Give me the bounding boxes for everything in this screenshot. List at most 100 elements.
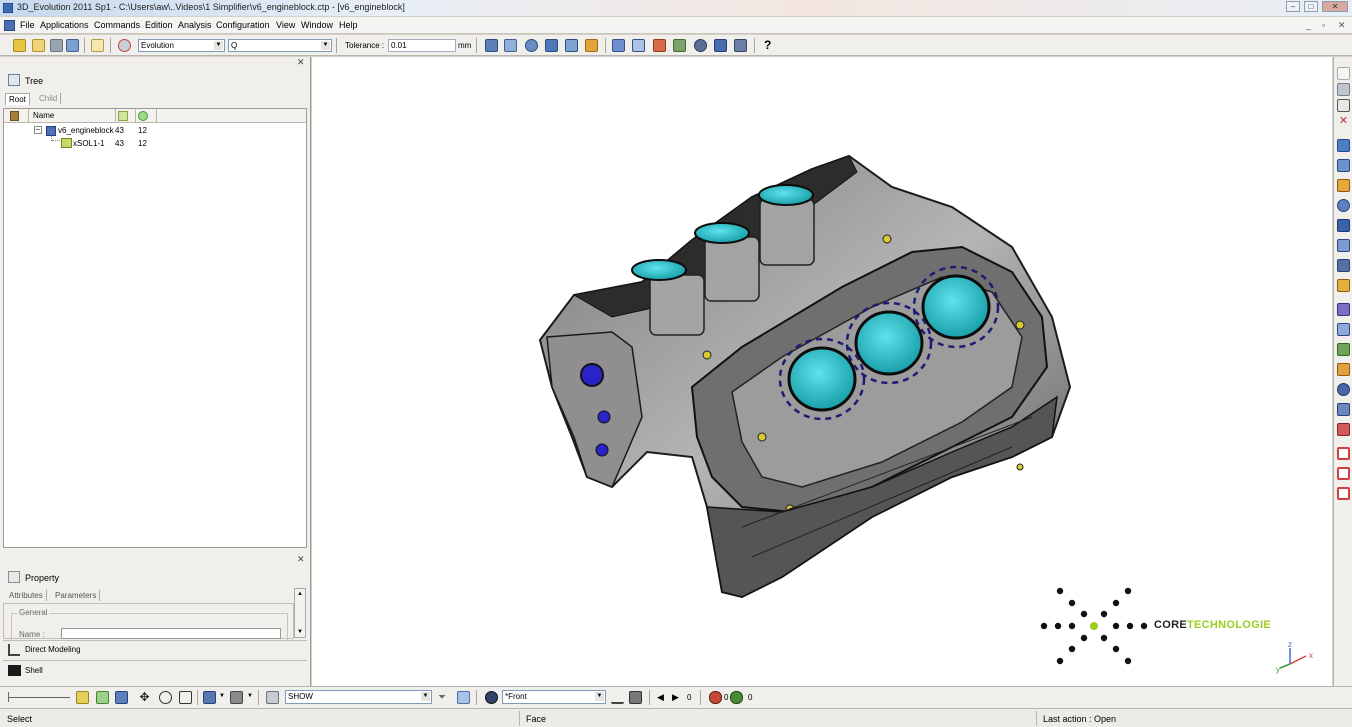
fit-view-icon[interactable]	[115, 691, 128, 704]
delete-icon[interactable]: ✕	[1337, 115, 1350, 128]
visibility-select[interactable]: SHOW ▼	[285, 690, 432, 704]
open-folder-icon[interactable]	[32, 39, 45, 52]
menu-configuration[interactable]: Configuration	[216, 20, 270, 30]
column-name[interactable]: Name	[33, 111, 54, 120]
direct-modeling-row[interactable]: Direct Modeling	[3, 640, 307, 659]
fillet-icon[interactable]	[1337, 239, 1350, 252]
maximize-button[interactable]: □	[1304, 1, 1318, 12]
color-tool-icon[interactable]	[653, 39, 666, 52]
property-scrollbar[interactable]: ▲ ▼	[294, 588, 306, 638]
settings-cube-icon[interactable]	[734, 39, 747, 52]
engine-block-model[interactable]	[312, 57, 1332, 686]
expand-toggle[interactable]: –	[34, 126, 42, 134]
tab-child[interactable]: Child	[36, 93, 62, 104]
frame-icon-3[interactable]	[1337, 487, 1350, 500]
display-mode-icon[interactable]	[203, 691, 216, 704]
previous-icon[interactable]: ◀	[657, 692, 664, 703]
help-icon[interactable]: ?	[764, 38, 771, 52]
edge-tool-icon[interactable]	[632, 39, 645, 52]
section-icon[interactable]	[1337, 403, 1350, 416]
perspective-icon[interactable]	[611, 691, 624, 704]
pan-icon[interactable]: ✥	[138, 691, 151, 704]
split-view-icon[interactable]	[1337, 139, 1350, 152]
magnet-icon[interactable]	[545, 39, 558, 52]
lock-view-icon[interactable]	[629, 691, 642, 704]
menu-window[interactable]: Window	[301, 20, 333, 30]
tab-root[interactable]: Root	[5, 93, 30, 105]
new-file-icon[interactable]	[13, 39, 26, 52]
boolean-icon[interactable]	[1337, 423, 1350, 436]
refresh-icon[interactable]	[96, 691, 109, 704]
display-mode-dropdown-icon[interactable]: ▼	[219, 693, 225, 699]
tab-attributes[interactable]: Attributes	[6, 590, 47, 601]
measure-icon[interactable]	[1337, 383, 1350, 396]
menu-edition[interactable]: Edition	[145, 20, 173, 30]
print-icon[interactable]	[50, 39, 63, 52]
render-mode-icon[interactable]	[230, 691, 243, 704]
extrude-icon[interactable]	[1337, 179, 1350, 192]
mode-select[interactable]: Evolution ▼	[138, 39, 225, 52]
minimize-button[interactable]: –	[1286, 1, 1300, 12]
offset-icon[interactable]	[1337, 303, 1350, 316]
menu-view[interactable]: View	[276, 20, 295, 30]
grid-view-icon[interactable]	[1337, 159, 1350, 172]
view-select[interactable]: *Front ▼	[502, 690, 606, 704]
box-icon[interactable]	[565, 39, 578, 52]
tolerance-input[interactable]: 0.01	[388, 39, 456, 52]
shell-row[interactable]: Shell	[3, 660, 307, 680]
view-camera-icon[interactable]	[485, 691, 498, 704]
chamfer-icon[interactable]	[1337, 259, 1350, 272]
name-field[interactable]	[61, 628, 281, 639]
save-icon[interactable]	[66, 39, 79, 52]
mdi-restore-button[interactable]: ▫	[1322, 20, 1325, 30]
undo-icon[interactable]	[91, 39, 104, 52]
loft-icon[interactable]	[1337, 219, 1350, 232]
evolution-mode-icon[interactable]	[118, 39, 131, 52]
draft-icon[interactable]	[1337, 279, 1350, 292]
tree-panel-close-icon[interactable]: ✕	[297, 57, 305, 68]
pen-icon[interactable]	[1337, 83, 1350, 96]
table-view-icon[interactable]	[457, 691, 470, 704]
tab-parameters[interactable]: Parameters	[52, 590, 101, 601]
shape-tool-icon[interactable]	[612, 39, 625, 52]
zoom-box-icon[interactable]	[179, 691, 192, 704]
star-tool-icon[interactable]	[585, 39, 598, 52]
shell-tool-icon[interactable]	[1337, 323, 1350, 336]
menu-help[interactable]: Help	[339, 20, 358, 30]
pointer-icon[interactable]	[1337, 67, 1350, 80]
search-select[interactable]: Q ▼	[228, 39, 332, 52]
pattern-icon[interactable]	[1337, 343, 1350, 356]
zoom-slider[interactable]	[8, 697, 70, 698]
filter-icon[interactable]: ⏷	[438, 691, 451, 704]
render-mode-dropdown-icon[interactable]: ▼	[247, 693, 253, 699]
revolve-icon[interactable]	[1337, 199, 1350, 212]
faces-column-icon[interactable]	[118, 111, 128, 121]
close-window-button[interactable]: ✕	[1322, 1, 1348, 12]
menu-analysis[interactable]: Analysis	[178, 20, 212, 30]
next-icon[interactable]: ▶	[672, 692, 679, 703]
menu-applications[interactable]: Applications	[40, 20, 89, 30]
tree-row-name[interactable]: xSOL1-1	[73, 139, 105, 148]
mdi-minimize-button[interactable]: _	[1306, 20, 1311, 30]
sphere-icon[interactable]	[525, 39, 538, 52]
tree-row-name[interactable]: v6_engineblock	[58, 126, 114, 135]
visibility-icon[interactable]	[266, 691, 279, 704]
record-icon[interactable]	[709, 691, 722, 704]
status-column-icon[interactable]	[138, 111, 148, 121]
mirror-icon[interactable]	[1337, 363, 1350, 376]
mdi-close-button[interactable]: ✕	[1338, 20, 1346, 31]
frame-icon-1[interactable]	[1337, 447, 1350, 460]
frame-icon-2[interactable]	[1337, 467, 1350, 480]
menu-file[interactable]: File	[20, 20, 35, 30]
analysis-tool-icon[interactable]	[673, 39, 686, 52]
menu-commands[interactable]: Commands	[94, 20, 140, 30]
open-icon[interactable]	[76, 691, 89, 704]
table-icon[interactable]	[504, 39, 517, 52]
property-panel-close-icon[interactable]: ✕	[297, 554, 305, 565]
rotate-icon[interactable]	[159, 691, 172, 704]
3d-viewport[interactable]: CORETECHNOLOGIE y z x	[312, 57, 1332, 686]
play-icon[interactable]	[730, 691, 743, 704]
axis-tool-icon[interactable]	[1337, 99, 1350, 112]
cube-icon[interactable]	[714, 39, 727, 52]
layer-icon[interactable]	[485, 39, 498, 52]
